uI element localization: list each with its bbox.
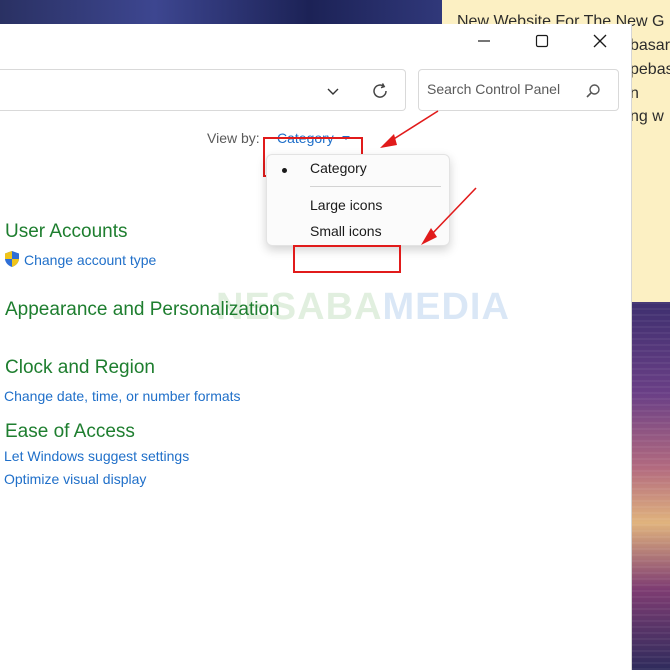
background-note-line: pebas: [630, 61, 670, 78]
minimize-icon: [478, 40, 490, 42]
desktop-background-strip: [0, 0, 442, 24]
chevron-down-icon[interactable]: [324, 82, 342, 100]
minimize-button[interactable]: [455, 24, 513, 58]
search-box[interactable]: [418, 69, 619, 111]
category-appearance-personalization[interactable]: Appearance and Personalization: [5, 299, 280, 321]
category-clock-region[interactable]: Clock and Region: [5, 357, 155, 379]
control-panel-window: [0, 24, 632, 670]
menu-item-large-icons[interactable]: Large icons: [310, 197, 382, 213]
category-user-accounts[interactable]: User Accounts: [5, 221, 128, 243]
annotation-highlight-box: [293, 245, 401, 273]
close-button[interactable]: [571, 24, 629, 58]
background-note-line: basar: [630, 37, 670, 54]
menu-item-category[interactable]: Category: [310, 160, 367, 176]
category-ease-of-access[interactable]: Ease of Access: [5, 421, 135, 443]
close-icon: [593, 34, 607, 48]
selected-bullet-icon: [282, 168, 287, 173]
view-by-label: View by:: [207, 130, 260, 146]
link-let-windows-suggest-settings[interactable]: Let Windows suggest settings: [4, 448, 189, 464]
menu-item-small-icons[interactable]: Small icons: [310, 223, 382, 239]
link-change-account-type[interactable]: Change account type: [24, 252, 156, 268]
maximize-button[interactable]: [513, 24, 571, 58]
view-by-menu: Category Large icons Small icons: [266, 154, 450, 246]
refresh-icon[interactable]: [370, 81, 390, 101]
menu-separator: [310, 186, 441, 187]
link-change-date-time-formats[interactable]: Change date, time, or number formats: [4, 388, 241, 404]
maximize-icon: [535, 34, 549, 48]
address-bar[interactable]: [0, 69, 406, 111]
link-optimize-visual-display[interactable]: Optimize visual display: [4, 471, 146, 487]
search-icon[interactable]: [584, 82, 602, 100]
search-input[interactable]: [427, 81, 577, 97]
shield-icon: [5, 251, 19, 267]
background-note-line: ng w: [630, 108, 664, 125]
